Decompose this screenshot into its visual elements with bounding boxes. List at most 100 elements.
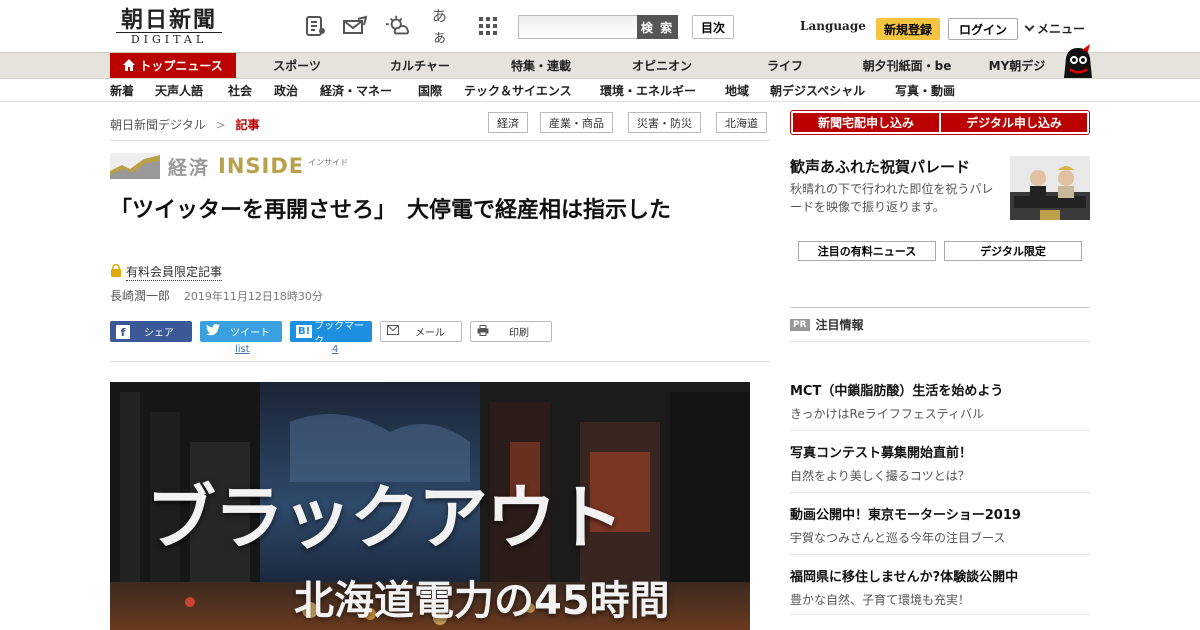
subscribe-cta: 新聞宅配申し込み デジタル申し込み xyxy=(790,110,1090,135)
mail-share-button[interactable]: メール xyxy=(380,321,462,342)
weather-icon[interactable] xyxy=(386,14,412,38)
breadcrumb-root[interactable]: 朝日新聞デジタル xyxy=(110,118,206,132)
tag-disaster[interactable]: 災害・防災 xyxy=(628,112,701,133)
breadcrumb-current: 記事 xyxy=(235,118,260,132)
nav2-region[interactable]: 地域 xyxy=(725,79,749,103)
parade-photo[interactable] xyxy=(1010,156,1090,220)
search-input[interactable] xyxy=(518,15,638,39)
pr-item-subtitle: きっかけはReライフフェスティバル xyxy=(790,407,984,421)
nav-top-news-label: トップニュース xyxy=(139,59,223,73)
twitter-share-button[interactable]: ツイート xyxy=(200,321,282,342)
toc-button[interactable]: 目次 xyxy=(692,15,734,39)
breadcrumb-separator: > xyxy=(215,118,226,132)
twitter-icon xyxy=(206,324,220,339)
envelope-icon xyxy=(387,325,399,338)
language-link[interactable]: Language xyxy=(800,19,866,33)
facebook-share-label: シェア xyxy=(144,328,174,339)
hatena-bookmark-button[interactable]: B! ブックマーク xyxy=(290,321,372,347)
apps-grid-icon[interactable] xyxy=(475,14,501,38)
nav2-tech-science[interactable]: テック＆サイエンス xyxy=(464,79,572,103)
nav2-economy[interactable]: 経済・マネー xyxy=(320,79,392,103)
nav2-photo-video[interactable]: 写真・動画 xyxy=(895,79,955,103)
divider xyxy=(110,361,770,362)
nav-features[interactable]: 特集・連載 xyxy=(500,53,582,79)
search-button[interactable]: 検 索 xyxy=(637,15,678,39)
mascot-icon[interactable] xyxy=(1060,44,1094,78)
mail-icon[interactable] xyxy=(342,14,368,38)
nav-culture[interactable]: カルチャー xyxy=(380,53,460,79)
pr-badge: PR xyxy=(790,318,810,331)
asahi-logo[interactable]: 朝日新聞 DIGITAL xyxy=(110,8,228,46)
pr-item[interactable]: MCT（中鎖脂肪酸）生活を始めよう きっかけはReライフフェスティバル xyxy=(790,380,1090,431)
nav2-latest[interactable]: 新着 xyxy=(110,79,134,103)
paid-news-button[interactable]: 注目の有料ニュース xyxy=(798,241,936,261)
print-button[interactable]: 印刷 xyxy=(470,321,552,342)
byline: 長崎潤一郎 2019年11月12日18時30分 xyxy=(110,287,323,304)
pr-item[interactable]: 動画公開中！東京モーターショー2019 宇賀なつみさんと巡る今年の注目ブース xyxy=(790,504,1090,555)
tag-hokkaido[interactable]: 北海道 xyxy=(716,112,767,133)
login-button[interactable]: ログイン xyxy=(948,18,1018,40)
pr-item[interactable]: 写真コンテスト募集開始直前！ 自然をより美しく撮るコツとは？ xyxy=(790,442,1090,493)
divider xyxy=(790,614,1090,615)
paper-icon[interactable] xyxy=(302,14,328,38)
mail-share-label: メール xyxy=(415,328,445,339)
series-banner[interactable]: 経済 INSIDE インサイド xyxy=(110,152,348,180)
pr-item-title: 福岡県に移住しませんか?体験談公開中 xyxy=(790,570,1019,585)
facebook-share-button[interactable]: f シェア xyxy=(110,321,192,342)
digital-only-button[interactable]: デジタル限定 xyxy=(944,241,1082,261)
nav-opinion[interactable]: オピニオン xyxy=(622,53,702,79)
pr-item-subtitle: 宇賀なつみさんと巡る今年の注目ブース xyxy=(790,531,1006,545)
hero-image[interactable]: ブラックアウト 北海道電力の45時間 xyxy=(110,382,750,630)
divider xyxy=(790,554,1090,555)
logo-japanese: 朝日新聞 xyxy=(120,7,217,33)
menu-label: メニュー xyxy=(1037,22,1086,36)
register-button[interactable]: 新規登録 xyxy=(876,18,940,40)
members-only-label[interactable]: 有料会員限定記事 xyxy=(110,263,223,281)
lock-icon xyxy=(110,263,122,280)
tag-industry[interactable]: 産業・商品 xyxy=(540,112,613,133)
hero-title: ブラックアウト xyxy=(146,477,624,559)
digital-subscribe-button[interactable]: デジタル申し込み xyxy=(941,113,1087,132)
pr-item[interactable]: 福岡県に移住しませんか?体験談公開中 豊かな自然、子育て環境も充実！ xyxy=(790,566,1090,615)
twitter-share-label: ツイート xyxy=(230,328,270,339)
divider xyxy=(790,430,1090,431)
font-size-icon[interactable]: あぁ xyxy=(432,7,458,46)
pr-item-title: MCT（中鎖脂肪酸）生活を始めよう xyxy=(790,384,1004,399)
secondary-nav: 新着 天声人語 社会 政治 経済・マネー 国際 テック＆サイエンス 環境・エネル… xyxy=(0,78,1200,102)
twitter-list-link[interactable]: list xyxy=(235,344,250,355)
nav-life[interactable]: ライフ xyxy=(755,53,815,79)
pr-section-header: PR 注目情報 xyxy=(790,316,864,333)
facebook-icon: f xyxy=(116,324,130,339)
nav2-environment[interactable]: 環境・エネルギー xyxy=(600,79,696,103)
print-label: 印刷 xyxy=(509,328,529,339)
series-ruby: インサイド xyxy=(308,157,349,167)
nav2-special[interactable]: 朝デジスペシャル xyxy=(770,79,865,103)
nav2-society[interactable]: 社会 xyxy=(228,79,252,103)
feature-title[interactable]: 歓声あふれた祝賀パレード xyxy=(790,156,970,177)
hero-subtitle: 北海道電力の45時間 xyxy=(294,578,670,624)
hatena-bookmark-label: ブックマーク xyxy=(314,320,365,347)
nav-top-news[interactable]: トップニュース xyxy=(110,53,236,79)
hatena-icon: B! xyxy=(296,325,313,338)
nav2-tensei-jingo[interactable]: 天声人語 xyxy=(155,79,203,103)
newspaper-subscribe-button[interactable]: 新聞宅配申し込み xyxy=(793,113,939,132)
breadcrumb: 朝日新聞デジタル > 記事 xyxy=(110,116,260,133)
pr-item-title: 動画公開中！東京モーターショー2019 xyxy=(790,508,1021,523)
nav-sports[interactable]: スポーツ xyxy=(262,53,332,79)
nav2-politics[interactable]: 政治 xyxy=(274,79,298,103)
tag-economy[interactable]: 経済 xyxy=(488,112,528,133)
logo-english: DIGITAL xyxy=(116,32,222,47)
menu-button[interactable]: メニュー xyxy=(1024,20,1086,37)
divider xyxy=(790,307,1090,308)
nav-print-edition[interactable]: 朝夕刊紙面・be xyxy=(852,53,962,79)
divider xyxy=(790,341,1090,342)
article-headline: 「ツイッターを再開させろ」 大停電で経産相は指示した xyxy=(110,198,672,223)
hatena-count[interactable]: 4 xyxy=(332,344,338,355)
printer-icon xyxy=(477,324,489,339)
pr-item-subtitle: 自然をより美しく撮るコツとは？ xyxy=(790,469,970,483)
nav2-international[interactable]: 国際 xyxy=(418,79,442,103)
pr-label: 注目情報 xyxy=(815,318,864,332)
primary-nav: トップニュース スポーツ カルチャー 特集・連載 オピニオン ライフ 朝夕刊紙面… xyxy=(0,52,1200,79)
nav-my-asahi[interactable]: MY朝デジ xyxy=(982,53,1052,79)
author: 長崎潤一郎 xyxy=(110,289,171,303)
